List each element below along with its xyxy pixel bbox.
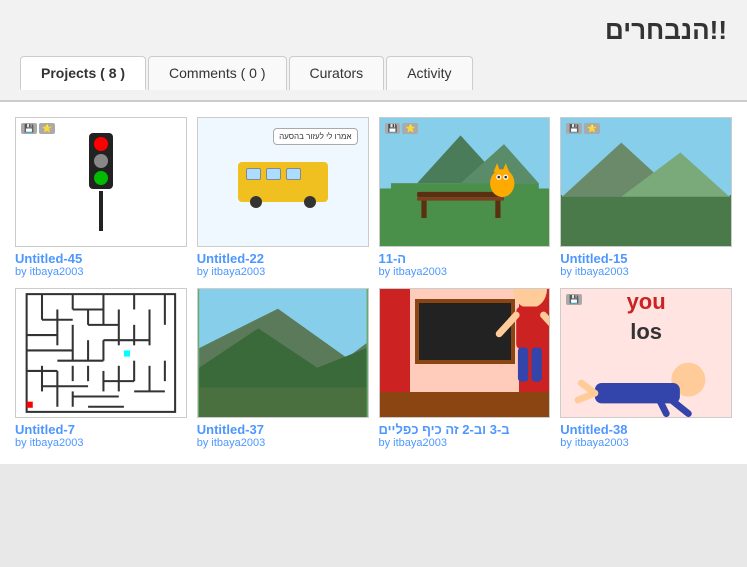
badge-1: 💾 bbox=[566, 123, 582, 134]
page-title: !!הנבחרים bbox=[20, 15, 727, 46]
project-card[interactable]: 💾 ⭐ Untitled-15 by itbaya2003 bbox=[560, 117, 732, 278]
bus-wheel-right bbox=[304, 196, 316, 208]
project-thumbnail: 💾 you los bbox=[560, 288, 732, 418]
project-thumbnail: address bbox=[379, 288, 551, 418]
bus-window bbox=[286, 168, 301, 180]
bus-body bbox=[238, 162, 328, 202]
gameover-char-svg bbox=[561, 349, 731, 417]
project-author[interactable]: by itbaya2003 bbox=[379, 266, 551, 278]
project-author[interactable]: by itbaya2003 bbox=[197, 266, 369, 278]
project-title[interactable]: ה-11 bbox=[379, 251, 551, 266]
tab-comments[interactable]: Comments ( 0 ) bbox=[148, 56, 286, 90]
project-card[interactable]: address city אמרו לי לעזור בהסעה bbox=[197, 117, 369, 278]
tab-curators[interactable]: Curators bbox=[289, 56, 385, 90]
mountain-svg bbox=[561, 118, 731, 246]
project-card[interactable]: 💾 ⭐ Untitled-45 by itbaya2003 bbox=[15, 117, 187, 278]
badge-1: 💾 bbox=[566, 294, 582, 305]
maze-svg bbox=[16, 289, 186, 417]
project-title[interactable]: Untitled-15 bbox=[560, 251, 732, 266]
character-svg bbox=[445, 288, 551, 397]
project-card[interactable]: Untitled-37 by itbaya2003 bbox=[197, 288, 369, 449]
project-card[interactable]: address bbox=[379, 288, 551, 449]
project-badges: 💾 ⭐ bbox=[566, 123, 600, 134]
header: !!הנבחרים Projects ( 8 ) Comments ( 0 ) … bbox=[0, 0, 747, 101]
bus-window bbox=[266, 168, 281, 180]
project-title[interactable]: Untitled-22 bbox=[197, 251, 369, 266]
project-thumbnail bbox=[197, 288, 369, 418]
theater-scene bbox=[380, 289, 550, 417]
tab-projects[interactable]: Projects ( 8 ) bbox=[20, 56, 146, 90]
project-card[interactable]: Untitled-7 by itbaya2003 bbox=[15, 288, 187, 449]
project-author[interactable]: by itbaya2003 bbox=[197, 437, 369, 449]
los-text: los bbox=[630, 319, 662, 345]
light-yellow bbox=[94, 154, 108, 168]
project-thumbnail: 💾 ⭐ bbox=[379, 117, 551, 247]
you-text: you bbox=[627, 289, 666, 315]
landscape-svg bbox=[198, 289, 368, 417]
project-title[interactable]: Untitled-45 bbox=[15, 251, 187, 266]
project-card[interactable]: 💾 ⭐ bbox=[379, 117, 551, 278]
project-author[interactable]: by itbaya2003 bbox=[560, 266, 732, 278]
project-thumbnail: 💾 ⭐ bbox=[560, 117, 732, 247]
gameover-scene: you los bbox=[561, 289, 731, 417]
project-title[interactable]: Untitled-7 bbox=[15, 422, 187, 437]
bench-scene bbox=[380, 118, 550, 246]
project-thumbnail: 💾 ⭐ bbox=[15, 117, 187, 247]
badge-1: 💾 bbox=[385, 123, 401, 134]
project-title[interactable]: ב-3 וב-2 זה כיף כפליים bbox=[379, 422, 551, 437]
project-author[interactable]: by itbaya2003 bbox=[15, 266, 187, 278]
project-author[interactable]: by itbaya2003 bbox=[15, 437, 187, 449]
traffic-box bbox=[89, 133, 113, 189]
content-area: 💾 ⭐ Untitled-45 by itbaya2003 bbox=[0, 101, 747, 464]
page-container: !!הנבחרים Projects ( 8 ) Comments ( 0 ) … bbox=[0, 0, 747, 464]
project-thumbnail: address city אמרו לי לעזור בהסעה bbox=[197, 117, 369, 247]
traffic-light-scene bbox=[89, 118, 113, 246]
traffic-pole bbox=[99, 191, 103, 231]
project-badges: 💾 ⭐ bbox=[385, 123, 419, 134]
badge-2: ⭐ bbox=[584, 123, 600, 134]
project-author[interactable]: by itbaya2003 bbox=[560, 437, 732, 449]
project-card[interactable]: 💾 you los bbox=[560, 288, 732, 449]
bus-wheel-left bbox=[250, 196, 262, 208]
badge-2: ⭐ bbox=[402, 123, 418, 134]
project-title[interactable]: Untitled-37 bbox=[197, 422, 369, 437]
badge-1: 💾 bbox=[21, 123, 37, 134]
project-badges: 💾 ⭐ bbox=[21, 123, 55, 134]
light-red bbox=[94, 137, 108, 151]
project-thumbnail bbox=[15, 288, 187, 418]
tabs-bar: Projects ( 8 ) Comments ( 0 ) Curators A… bbox=[20, 56, 727, 90]
projects-grid: 💾 ⭐ Untitled-45 by itbaya2003 bbox=[15, 117, 732, 449]
maze-scene bbox=[16, 289, 186, 417]
project-badges: 💾 bbox=[566, 294, 582, 305]
badge-2: ⭐ bbox=[39, 123, 55, 134]
project-author[interactable]: by itbaya2003 bbox=[379, 437, 551, 449]
tab-activity[interactable]: Activity bbox=[386, 56, 472, 90]
speech-bubble: אמרו לי לעזור בהסעה bbox=[273, 128, 357, 145]
project-title[interactable]: Untitled-38 bbox=[560, 422, 732, 437]
bus-window bbox=[246, 168, 261, 180]
bench-svg bbox=[380, 118, 550, 231]
bus-scene: אמרו לי לעזור בהסעה bbox=[198, 118, 368, 246]
light-green bbox=[94, 171, 108, 185]
